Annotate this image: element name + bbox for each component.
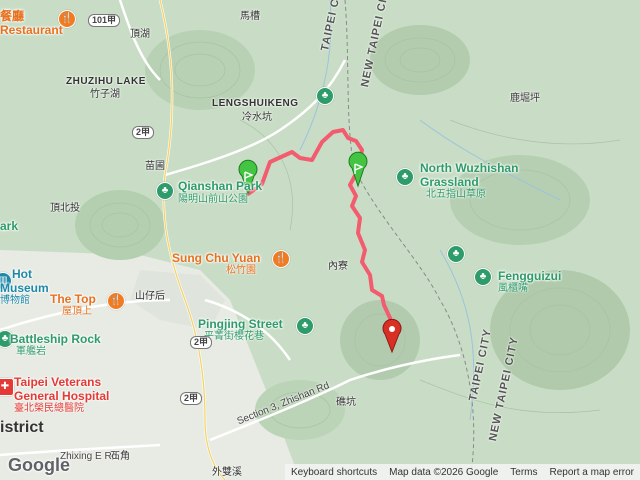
north-wuzhishan-sub: 北五指山草原 — [426, 189, 486, 200]
hospital-icon[interactable]: ✚ — [0, 378, 14, 396]
pingjing-street-label: Pingjing Street — [198, 317, 283, 331]
restaurant-label: Restaurant — [0, 23, 63, 37]
battleship-rock-sub: 軍艦岩 — [16, 346, 46, 357]
google-logo: Google — [8, 455, 70, 475]
map-data-text: Map data ©2026 Google — [389, 466, 499, 478]
lengshuikeng-park-icon[interactable]: ♣ — [316, 87, 334, 105]
dingbeitou-label: 頂北投 — [50, 203, 80, 214]
route-2a-shield-1: 2甲 — [132, 126, 155, 139]
north-wuzhishan-label-1: North Wuzhishan — [420, 161, 519, 175]
hot-museum-label-1: Hot — [12, 267, 32, 281]
qianshan-park-label: Qianshan Park — [178, 179, 263, 193]
lengshuikeng-sub-label: 冷水坑 — [242, 112, 272, 123]
the-top-icon[interactable]: 🍴 — [107, 292, 125, 310]
fengguizui-sub: 風櫃嘴 — [498, 283, 528, 294]
terrain-map[interactable] — [0, 0, 640, 480]
sung-chu-yuan-icon[interactable]: 🍴 — [272, 250, 290, 268]
route-101-shield: 101甲 — [88, 14, 121, 27]
pingjing-street-icon[interactable]: ♣ — [296, 317, 314, 335]
zhuzihu-lake-label: ZHUZIHU LAKE — [66, 76, 146, 87]
keyboard-shortcuts-link[interactable]: Keyboard shortcuts — [285, 467, 383, 478]
sung-chu-yuan-sub: 松竹園 — [226, 265, 256, 276]
waishuangxi-label: 外雙溪 — [212, 467, 242, 478]
report-error-link[interactable]: Report a map error — [544, 467, 640, 478]
park-edge-label: ark — [0, 219, 19, 233]
the-top-sub: 屋頂上 — [62, 306, 92, 317]
north-wuzhishan-label-2: Grassland — [420, 175, 479, 189]
sung-chu-yuan-label: Sung Chu Yuan — [172, 251, 261, 265]
wuzhishan-extra-icon[interactable]: ♣ — [447, 245, 465, 263]
pingjing-street-sub: 平菁街櫻花巷 — [204, 331, 264, 342]
qianshan-park-sub: 陽明山前山公園 — [178, 194, 248, 205]
shikeng-label: 礁坑 — [336, 397, 356, 408]
miaopu-label: 苗圃 — [145, 161, 165, 172]
the-top-label: The Top — [50, 292, 96, 306]
terms-link[interactable]: Terms — [504, 467, 543, 478]
veterans-hospital-label-1: Taipei Veterans — [14, 375, 102, 389]
hot-museum-sub: 博物館 — [0, 295, 30, 306]
hot-museum-label-2: Museum — [0, 281, 49, 295]
veterans-hospital-label-2: General Hospital — [14, 389, 110, 403]
fengguizui-icon[interactable]: ♣ — [474, 268, 492, 286]
fengguizui-label: Fengguizui — [498, 269, 562, 283]
qianshan-park-icon[interactable]: ♣ — [156, 182, 174, 200]
veterans-hospital-sub: 臺北榮民總醫院 — [14, 403, 84, 414]
neiliao-label: 內寮 — [328, 261, 348, 272]
restaurant-label-sub: 餐廳 — [0, 9, 25, 23]
zhuzihu-sub-label: 竹子湖 — [90, 89, 120, 100]
route-2a-shield-3: 2甲 — [180, 392, 203, 405]
north-wuzhishan-icon[interactable]: ♣ — [396, 168, 414, 186]
shanzaihou-label: 山仔后 — [135, 291, 165, 302]
attribution-bar: Keyboard shortcuts Map data ©2026 Google… — [284, 464, 640, 480]
mazao-label: 馬槽 — [240, 11, 260, 22]
district-label: istrict — [0, 419, 44, 436]
dinghu-label: 頂湖 — [130, 29, 150, 40]
battleship-rock-label: Battleship Rock — [10, 332, 101, 346]
luguping-label: 鹿堀坪 — [510, 93, 540, 104]
route-2a-shield-2: 2甲 — [190, 336, 213, 349]
lengshuikeng-label: LENGSHUIKENG — [212, 98, 299, 109]
